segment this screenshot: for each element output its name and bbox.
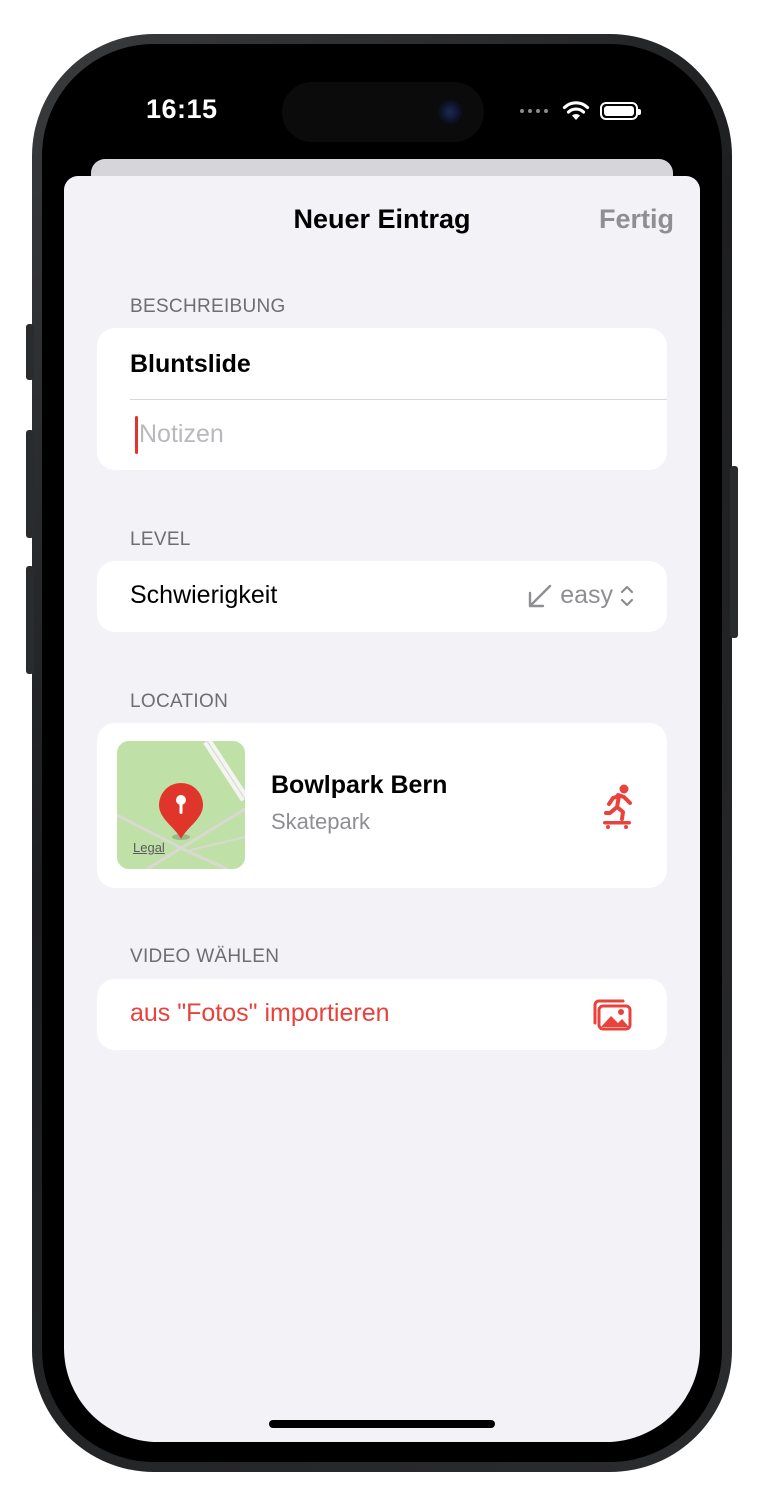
divider — [130, 399, 667, 400]
wifi-icon — [562, 101, 590, 120]
map-pin-icon — [159, 783, 203, 840]
place-type: Skatepark — [271, 809, 371, 834]
title-field[interactable]: Bluntslide — [130, 350, 251, 379]
difficulty-picker[interactable]: easy — [526, 581, 635, 610]
screen: 16:15 Neuer Eintrag Fertig BESCHREIBUNG … — [64, 64, 700, 1442]
map-legal-link[interactable]: Legal — [133, 840, 165, 855]
difficulty-value: easy — [560, 581, 613, 609]
section-header-location: LOCATION — [130, 691, 229, 712]
volume-down-button — [26, 566, 34, 674]
place-name: Bowlpark Bern — [271, 771, 448, 799]
dynamic-island — [282, 82, 484, 142]
volume-up-button — [26, 430, 34, 538]
arrow-down-left-icon — [528, 584, 552, 607]
status-indicators — [520, 98, 641, 124]
mute-switch — [26, 324, 34, 380]
import-from-photos-button[interactable]: aus "Fotos" importieren — [130, 999, 390, 1028]
section-header-level: LEVEL — [130, 529, 191, 550]
signal-dots-icon — [520, 109, 548, 113]
video-card[interactable]: aus "Fotos" importieren — [97, 979, 667, 1050]
battery-icon — [600, 102, 641, 120]
notes-field[interactable]: Notizen — [139, 420, 224, 449]
description-card: Bluntslide Notizen — [97, 328, 667, 470]
text-caret — [135, 416, 138, 454]
section-header-video: VIDEO WÄHLEN — [130, 946, 280, 967]
chevron-up-down-icon — [620, 585, 634, 606]
power-button — [730, 466, 738, 638]
level-card: Schwierigkeit easy — [97, 561, 667, 632]
skateboarder-icon — [603, 784, 632, 829]
section-header-description: BESCHREIBUNG — [130, 296, 286, 317]
home-indicator[interactable] — [269, 1420, 495, 1428]
map-thumbnail[interactable]: Legal — [117, 741, 245, 869]
status-time: 16:15 — [146, 94, 218, 124]
difficulty-label: Schwierigkeit — [130, 581, 278, 609]
location-card[interactable]: Legal Bowlpark Bern Skatepark — [97, 723, 667, 888]
photo-library-icon — [593, 999, 632, 1031]
done-button[interactable]: Fertig — [599, 204, 674, 235]
camera-icon — [438, 100, 462, 124]
new-entry-sheet: Neuer Eintrag Fertig BESCHREIBUNG Blunts… — [64, 176, 700, 1442]
